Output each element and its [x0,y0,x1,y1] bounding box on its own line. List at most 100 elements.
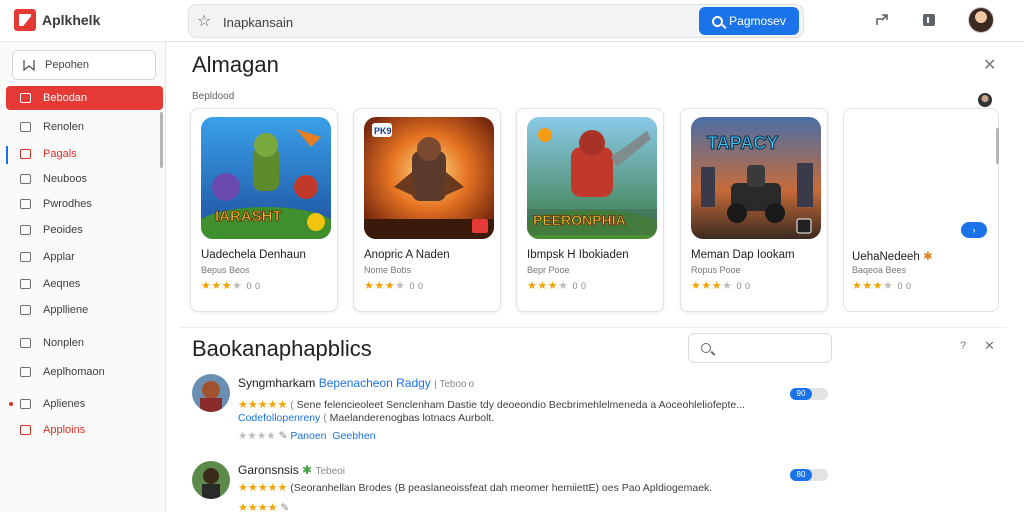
close-icon[interactable]: ✕ [984,338,995,354]
sidebar-item-label: Apploins [43,424,86,436]
sidebar-item-4[interactable]: Neuboos [6,167,163,191]
star-rating: ★★★★ 0 0 [852,280,912,292]
reply-icon[interactable]: ✎ [280,502,289,514]
sidebar-item-6[interactable]: Peoides [6,218,163,242]
review-body: Sene felencieoleet Senclenham Dastie tdy… [296,399,745,411]
review-toggle[interactable]: 80 [790,469,828,481]
featured-title: Almagan [192,52,279,77]
review-meta: | Teboo o [434,379,475,390]
rating-meta: 0 0 [736,281,751,291]
app-art-text: PEERONPHIA [533,212,626,228]
reviews-search-input[interactable] [688,333,832,363]
page-icon [20,199,31,209]
app-logo[interactable]: Aplkhelk [14,9,100,31]
app-card-subtitle: Bepus Beos [201,265,250,275]
main-scrollbar[interactable] [996,128,999,164]
quote-icon: ( [290,399,294,411]
sidebar-item-1[interactable]: Bebodan [6,86,163,110]
app-card[interactable]: PK9 Anopric A Naden Nome Bobs ★★★★ 0 0 [353,108,501,312]
sidebar-item-7[interactable]: Applar [6,245,163,269]
app-card[interactable]: TAPACY Meman Dap Iookam Ropus Pooe ★★★★ 0… [680,108,828,312]
sidebar-item-label: Pwrodhes [43,198,92,210]
page-icon [20,367,31,377]
active-indicator [6,146,8,164]
sidebar-item-label: Aplienes [43,398,86,410]
sidebar-item-label: Aeqnes [43,278,81,290]
app-icon-1: IARASHT [201,117,331,239]
reviewer-avatar[interactable] [192,374,230,412]
app-card-title-text: UehaNedeeh [852,251,920,263]
sidebar-item-5[interactable]: Pwrodhes [6,192,163,216]
reviewer-name-text: Garonsnsis [238,463,299,477]
review-action-link-2[interactable]: Geebhen [332,430,375,442]
reviews-title: Baokanaphapblics [192,336,372,361]
review-text: ★★★★★ (Seoranhellan Brodes (B peaslaneoi… [238,481,712,494]
sidebar-item-label: Renolen [43,121,84,133]
page-icon [20,225,31,235]
star-rating: ★★★★ 0 0 [201,280,261,292]
app-card[interactable]: PEERONPHIA Ibmpsk H Ibokiaden Bepr Pooe … [516,108,664,312]
sidebar-item-12[interactable]: Aplienes [6,392,163,416]
sidebar-item-label: Applliene [43,304,89,316]
sidebar-item-8[interactable]: Aeqnes [6,272,163,296]
top-bar: Aplkhelk ☆ Pagmosev [0,0,1024,42]
sidebar-item-10[interactable]: Nonplen [6,331,163,355]
sidebar-item-label: Pagals [43,148,77,160]
featured-avatar[interactable] [978,93,992,107]
review-meta: Tebeoi [315,466,345,477]
app-art-text: TAPACY [707,133,778,153]
reviewer-avatar[interactable] [192,461,230,499]
app-card-title: Ibmpsk H Ibokiaden [527,249,629,261]
app-card[interactable]: IARASHT Uadechela Denhaun Bepus Beos ★★★… [190,108,338,312]
document-icon [20,93,31,103]
star-rating: ★★★★★ [238,482,288,494]
review-link[interactable]: Codefollopenreny [238,412,320,424]
review-text: ★★★★★ ( Sene felencieoleet Senclenham Da… [238,398,745,411]
sidebar-item-label: Applar [43,251,75,263]
sidebar-item-3[interactable]: Pagals [6,142,163,166]
rating-meta: 0 0 [409,281,424,291]
grid-icon [20,338,31,348]
review-action-link[interactable]: Panoen [290,430,326,442]
sidebar-item-13[interactable]: Apploins [6,418,163,442]
toggle-knob: 90 [790,388,812,400]
featured-subtitle: Bepldood [192,91,235,102]
app-card-title: Uadechela Denhaun [201,249,306,261]
search-input[interactable] [223,12,623,32]
sidebar-item-label: Aeplhomaon [43,366,105,378]
logo-text: Aplkhelk [42,12,101,28]
page-icon [20,252,31,262]
star-icon[interactable]: ☆ [197,11,211,31]
search-bar: ☆ Pagmosev [188,4,804,38]
sidebar-item-label: Bebodan [43,92,88,104]
next-button[interactable]: › [961,222,987,238]
share-icon[interactable] [872,10,892,30]
sidebar-item-11[interactable]: Aeplhomaon [6,360,163,384]
sidebar-item-label: Nonplen [43,337,84,349]
reply-icon[interactable]: ✎ [279,430,288,442]
review-toggle[interactable]: 90 [790,388,828,400]
search-button[interactable]: Pagmosev [699,7,799,35]
notification-icon[interactable] [919,10,939,30]
app-card-subtitle: Nome Bobs [364,265,412,275]
page-icon [20,425,31,435]
toggle-knob: 80 [790,469,812,481]
sidebar-item-9[interactable]: Applliene [6,298,163,322]
app-card-subtitle: Ropus Pooe [691,265,741,275]
bookmark-icon [23,60,35,71]
sidebar-scrollbar[interactable] [160,112,163,168]
app-card-title: Meman Dap Iookam [691,249,795,261]
app-card[interactable]: UehaNedeeh ✱ Baqeoa Bees ★★★★ 0 0 [843,108,999,312]
reviewer-handle[interactable]: Bepenacheon Radgy [319,376,431,390]
section-divider [180,327,1006,328]
user-avatar[interactable] [968,7,994,33]
sidebar-search[interactable]: Pepohen [12,50,156,80]
sidebar-item-2[interactable]: Renolen [6,115,163,139]
star-rating-empty: ★★★★ [238,430,276,442]
review-item: Syngmharkam Bepenacheon Radgy | Teboo o … [192,374,992,444]
close-icon[interactable]: ✕ [983,55,996,75]
app-card-title: UehaNedeeh ✱ [852,249,933,263]
page-icon [20,122,31,132]
search-icon [701,343,711,353]
help-icon[interactable]: ? [960,340,966,352]
